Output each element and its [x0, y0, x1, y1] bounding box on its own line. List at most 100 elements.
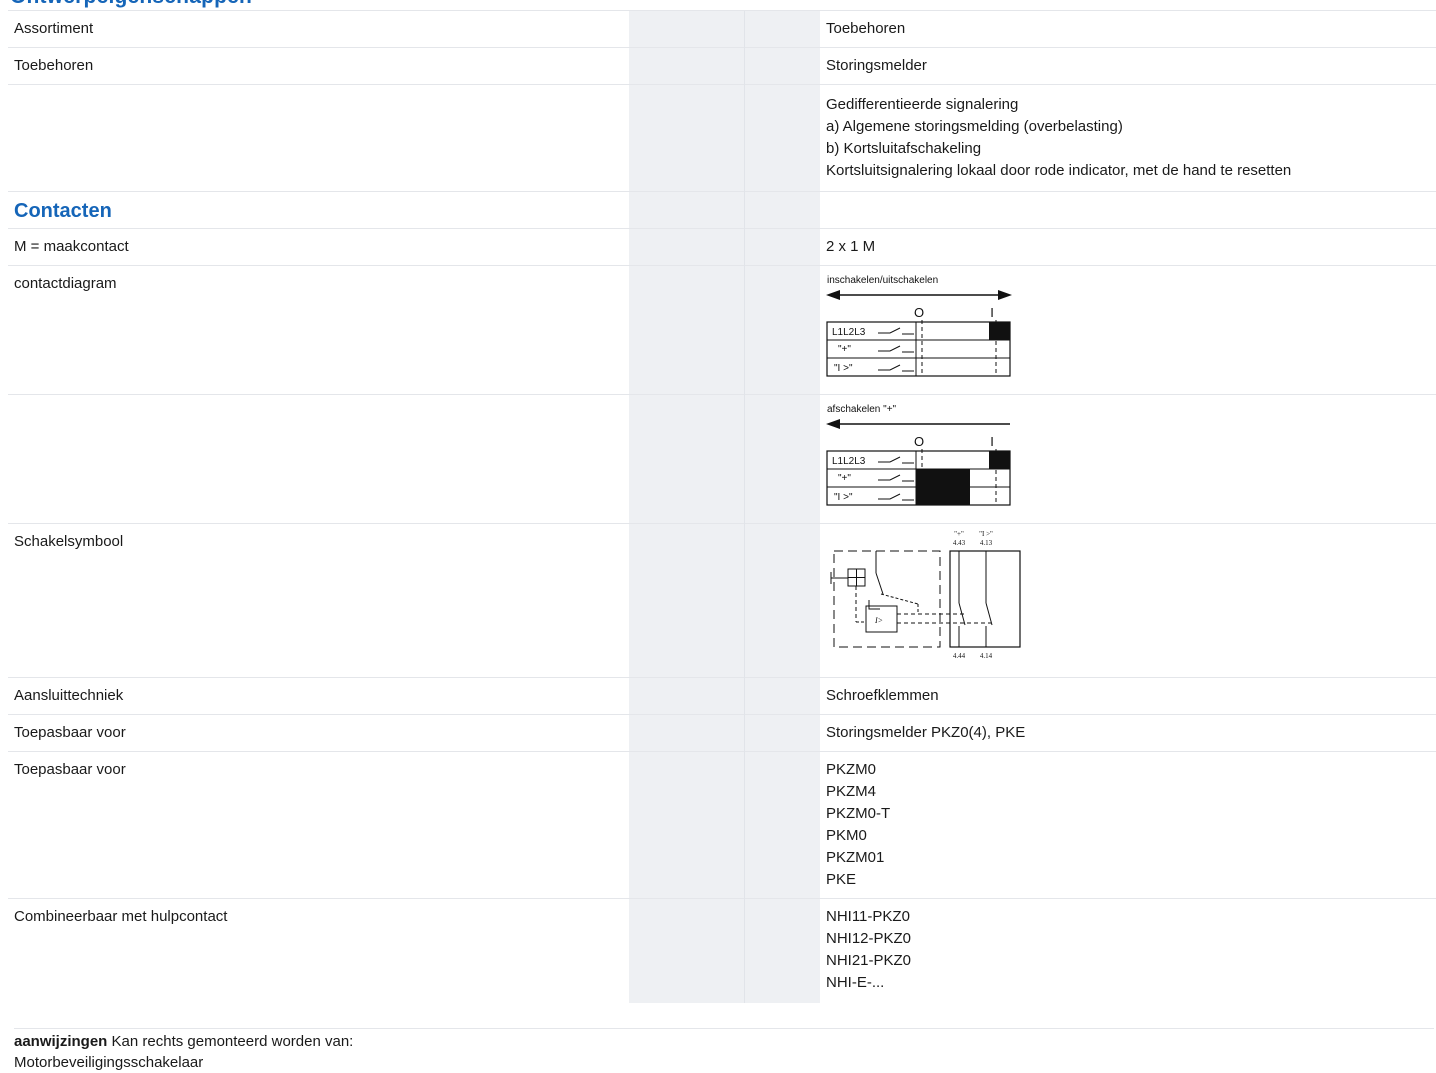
list-item: PKZM01 — [826, 849, 885, 866]
list-item: PKM0 — [826, 827, 867, 844]
spacer-col — [629, 523, 745, 678]
list-item: NHI-E-... — [826, 974, 885, 991]
row-value: Storingsmelder PKZ0(4), PKE — [820, 714, 1436, 752]
symbol-bottom-num-b: 4.14 — [980, 652, 993, 660]
position-o-label: O — [914, 305, 924, 320]
row-label: Assortiment — [8, 10, 629, 48]
table-row: Gedifferentieerde signalering a) Algemen… — [8, 84, 1436, 192]
row-label-plus: "+" — [838, 473, 851, 484]
notes-line-2: Motorbeveiligingsschakelaar — [14, 1054, 204, 1071]
diagram-caption: afschakelen "+" — [827, 404, 897, 415]
spacer-col — [744, 191, 820, 229]
switch-symbol-image: "+" "I >" 4.43 4.13 4.44 4.14 I> — [830, 530, 1021, 660]
spacer-col — [744, 898, 820, 1003]
row-label: Toepasbaar voor — [8, 751, 629, 899]
row-value: 2 x 1 M — [820, 228, 1436, 266]
notes-label: aanwijzingen — [14, 1033, 108, 1050]
row-label — [8, 84, 629, 192]
symbol-top-num-b: 4.13 — [980, 539, 993, 547]
description-line: b) Kortsluitafschakeling — [826, 140, 982, 157]
row-label-l1l2l3: L1L2L3 — [832, 456, 866, 467]
list-item: NHI11-PKZ0 — [826, 908, 910, 925]
spacer-col — [629, 714, 745, 752]
spacer-col — [629, 677, 745, 715]
row-value: Schroefklemmen — [820, 677, 1436, 715]
list-item: NHI12-PKZ0 — [826, 930, 912, 947]
row-label-plus: "+" — [838, 344, 851, 355]
description-line: Gedifferentieerde signalering — [826, 96, 1019, 113]
row-value-list: NHI11-PKZ0 NHI12-PKZ0 NHI21-PKZ0 NHI-E-.… — [820, 898, 1436, 1003]
spec-table: Assortiment Toebehoren Toebehoren Storin… — [8, 10, 1436, 1003]
row-value: Toebehoren — [820, 10, 1436, 48]
spacer-col — [744, 228, 820, 266]
symbol-bottom-num-a: 4.44 — [953, 652, 966, 660]
row-value: Storingsmelder — [820, 47, 1436, 85]
row-value-list: PKZM0 PKZM4 PKZM0-T PKM0 PKZM01 PKE — [820, 751, 1436, 899]
row-label: Toepasbaar voor — [8, 714, 629, 752]
spacer-col — [629, 228, 745, 266]
spacer-col — [744, 84, 820, 192]
section-title-partial: Ontwerpeigenschappen — [10, 0, 252, 8]
row-label: Combineerbaar met hulpcontact — [8, 898, 629, 1003]
switch-symbol: "+" "I >" 4.43 4.13 4.44 4.14 I> — [820, 523, 1436, 678]
spacer-col — [629, 751, 745, 899]
spacer-col — [629, 10, 745, 48]
spacer-col — [744, 751, 820, 899]
diagram-caption: inschakelen/uitschakelen — [827, 275, 938, 286]
table-row: Assortiment Toebehoren — [8, 10, 1436, 48]
table-row: contactdiagram inschakelen/uitschakelen … — [8, 265, 1436, 395]
row-label-l1l2l3: L1L2L3 — [832, 327, 866, 338]
row-label-i: "I >" — [834, 363, 853, 374]
table-row: Schakelsymbool "+" "I >" 4.43 4.13 4.44 … — [8, 523, 1436, 678]
table-row: Combineerbaar met hulpcontact NHI11-PKZ0… — [8, 898, 1436, 1003]
list-item: NHI21-PKZ0 — [826, 952, 912, 969]
table-row: afschakelen "+" O I L1L2L3 "+" "I >" — [8, 394, 1436, 524]
symbol-top-num-a: 4.43 — [953, 539, 966, 547]
table-row: Aansluittechniek Schroefklemmen — [8, 677, 1436, 715]
contact-diagram-2-image: afschakelen "+" O I L1L2L3 "+" "I >" — [826, 404, 1011, 506]
contact-diagram-1-image: inschakelen/uitschakelen O I L1L2L3 "+" … — [826, 275, 1012, 377]
description-line: Kortsluitsignalering lokaal door rode in… — [826, 162, 1292, 179]
table-row: M = maakcontact 2 x 1 M — [8, 228, 1436, 266]
position-i-label: I — [990, 305, 994, 320]
spacer-col — [744, 394, 820, 524]
list-item: PKZM4 — [826, 783, 877, 800]
position-i-label: I — [990, 434, 994, 449]
row-label: M = maakcontact — [8, 228, 629, 266]
row-label: Aansluittechniek — [8, 677, 629, 715]
row-label: contactdiagram — [8, 265, 629, 395]
row-label: Toebehoren — [8, 47, 629, 85]
spacer-col — [629, 191, 745, 229]
contact-diagram-1: inschakelen/uitschakelen O I L1L2L3 "+" … — [820, 265, 1436, 395]
notes-line: aanwijzingen Kan rechts gemonteerd worde… — [14, 1031, 1434, 1052]
symbol-top-label-b: "I >" — [979, 530, 993, 538]
spacer-col — [629, 265, 745, 395]
section-row: Contacten — [8, 191, 1436, 229]
position-o-label: O — [914, 434, 924, 449]
spacer-col — [744, 714, 820, 752]
spacer-col — [744, 677, 820, 715]
section-heading-contacten: Contacten — [8, 191, 629, 229]
symbol-inner-label: I> — [874, 616, 883, 625]
list-item: PKE — [826, 871, 857, 888]
row-label-i: "I >" — [834, 492, 853, 503]
spacer-col — [629, 394, 745, 524]
spacer-col — [629, 898, 745, 1003]
list-item: PKZM0 — [826, 761, 877, 778]
description-line: a) Algemene storingsmelding (overbelasti… — [826, 118, 1123, 135]
spacer-col — [744, 10, 820, 48]
symbol-top-label-a: "+" — [954, 530, 964, 538]
spacer-col — [629, 47, 745, 85]
spacer-col — [744, 265, 820, 395]
row-label: Schakelsymbool — [8, 523, 629, 678]
spacer-col — [744, 523, 820, 678]
spacer-col — [744, 47, 820, 85]
row-value — [820, 191, 1436, 229]
list-item: PKZM0-T — [826, 805, 891, 822]
contact-diagram-2: afschakelen "+" O I L1L2L3 "+" "I >" — [820, 394, 1436, 524]
notes-text: Kan rechts gemonteerd worden van: — [111, 1033, 354, 1050]
table-row: Toepasbaar voor Storingsmelder PKZ0(4), … — [8, 714, 1436, 752]
row-label — [8, 394, 629, 524]
notes-section: aanwijzingen Kan rechts gemonteerd worde… — [14, 1028, 1434, 1073]
row-value-description: Gedifferentieerde signalering a) Algemen… — [820, 84, 1436, 192]
